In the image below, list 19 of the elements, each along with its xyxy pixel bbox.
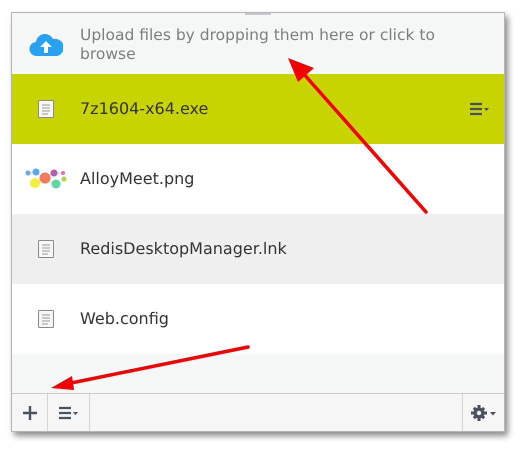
file-row[interactable]: 7z1604-x64.exe: [12, 74, 504, 144]
document-icon: [38, 100, 54, 118]
colored-dots-icon: [25, 168, 67, 190]
plus-icon: [22, 404, 38, 420]
file-name: 7z1604-x64.exe: [80, 98, 210, 120]
cloud-upload-icon: [29, 32, 63, 56]
settings-icon: [470, 404, 496, 420]
file-row[interactable]: RedisDesktopManager.lnk: [12, 214, 504, 284]
file-row[interactable]: Web.config: [12, 284, 504, 354]
list-menu-icon: [58, 406, 78, 420]
file-row[interactable]: AlloyMeet.png: [12, 144, 504, 214]
list-menu-icon: [470, 102, 490, 116]
file-name: RedisDesktopManager.lnk: [80, 238, 288, 260]
document-icon: [38, 310, 54, 328]
file-name: AlloyMeet.png: [80, 168, 196, 190]
file-name: Web.config: [80, 308, 170, 330]
upload-instruction: Upload files by dropping them here or click to browse: [80, 26, 436, 64]
document-icon: [38, 240, 54, 258]
upload-drop-zone[interactable]: Upload files by dropping them here or click to browse: [12, 15, 504, 74]
